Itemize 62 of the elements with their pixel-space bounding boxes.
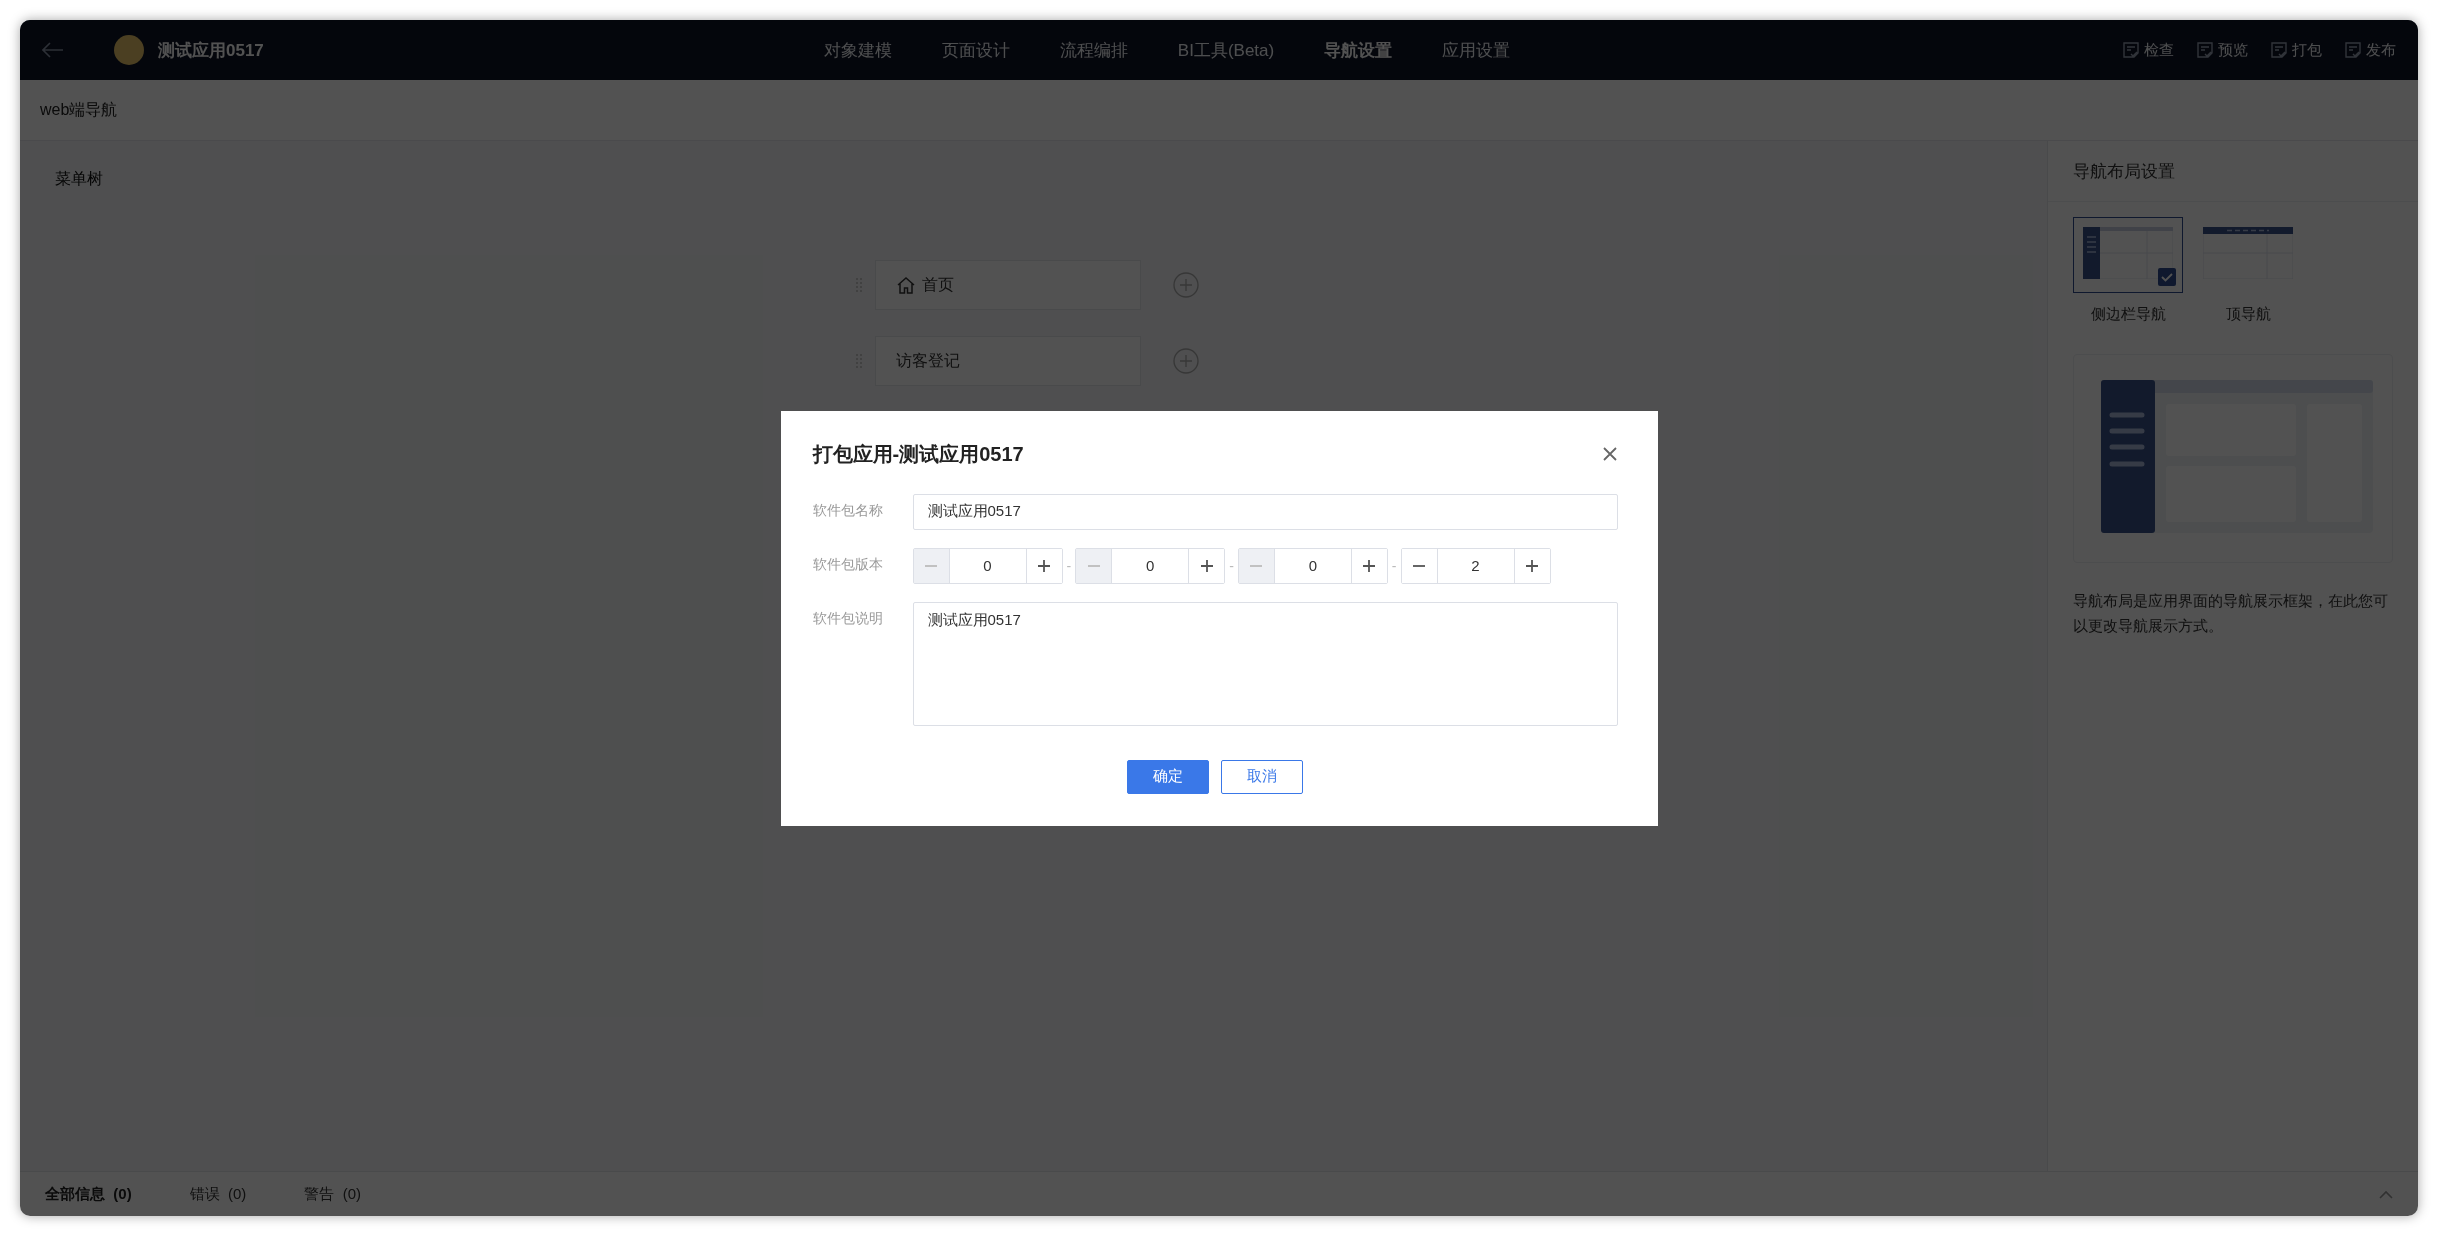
nav-tab[interactable]: 页面设计 [941, 38, 1010, 62]
layout-option[interactable] [2073, 217, 2183, 293]
home-icon [896, 276, 916, 294]
version-number-field[interactable]: 0 [948, 548, 1027, 583]
field-label: 软件包说明 [812, 608, 884, 628]
dialog-title: 打包应用-测试应用0517 [812, 441, 1024, 467]
app-name: 测试应用0517 [158, 39, 264, 62]
log-tab[interactable]: 警告 (0) [304, 1184, 361, 1204]
field-label: 软件包版本 [812, 554, 884, 574]
action-link[interactable]: 打包 [2292, 40, 2322, 60]
add-circle-icon[interactable] [1173, 348, 1199, 374]
version-number-field[interactable]: 0 [1273, 548, 1352, 583]
plus-icon [1200, 559, 1213, 572]
nav-tab[interactable]: 应用设置 [1442, 38, 1511, 62]
log-tab[interactable]: 错误 (0) [189, 1184, 247, 1204]
minus-icon [1250, 564, 1263, 567]
action-link[interactable]: 发布 [2366, 40, 2396, 60]
nav-tab[interactable]: 导航设置 [1324, 38, 1393, 62]
log-tab[interactable]: 全部信息 (0) [45, 1184, 132, 1204]
close-icon[interactable] [1601, 446, 1618, 462]
minus-icon [925, 564, 937, 567]
add-circle-icon[interactable] [1173, 272, 1199, 298]
version-separator: - [1229, 557, 1234, 574]
option-label: 侧边栏导航 [2090, 305, 2166, 324]
version-separator: - [1391, 557, 1397, 574]
package-name-field[interactable]: 测试应用0517 [912, 493, 1618, 530]
plus-icon [1038, 559, 1050, 572]
layout-description: 导航布局是应用界面的导航展示框架，在此您可以更改导航展示方式。 [2073, 591, 2389, 636]
plus-icon [1526, 559, 1538, 572]
action-link[interactable]: 检查 [2144, 40, 2174, 60]
version-number-field[interactable]: 2 [1436, 548, 1515, 583]
confirm-button[interactable]: 确定 [1127, 759, 1209, 794]
note-check-icon[interactable] [2122, 41, 2140, 59]
section-title: 菜单树 [55, 169, 104, 189]
chevron-up-icon[interactable] [2379, 1189, 2393, 1199]
version-stepper[interactable]: 0 [1075, 547, 1226, 584]
minus-icon [1087, 564, 1100, 567]
nav-tab[interactable]: 流程编排 [1059, 38, 1128, 62]
note-check-icon[interactable] [2344, 41, 2362, 59]
nav-tab[interactable]: 对象建模 [823, 38, 892, 62]
page-title: web端导航 [40, 99, 118, 120]
note-check-icon[interactable] [2270, 41, 2288, 59]
checkmark-icon [2158, 268, 2176, 286]
note-check-icon[interactable] [2196, 41, 2214, 59]
version-stepper[interactable]: 2 [1400, 547, 1551, 584]
menu-item[interactable]: 访客登记 [875, 336, 1141, 386]
option-label: 顶导航 [2225, 305, 2271, 324]
panel-title: 导航布局设置 [2048, 141, 2418, 202]
field-label: 软件包名称 [812, 500, 884, 520]
action-link[interactable]: 预览 [2218, 40, 2248, 60]
version-stepper[interactable]: 0 [1237, 547, 1388, 584]
minus-icon [1413, 564, 1425, 567]
version-separator: - [1066, 557, 1072, 574]
back-arrow-icon[interactable] [42, 42, 64, 58]
package-description-field[interactable]: 测试应用0517 [912, 601, 1618, 726]
nav-tab[interactable]: BI工具(Beta) [1177, 38, 1275, 62]
version-number-field[interactable]: 0 [1111, 548, 1190, 583]
app-avatar [114, 35, 144, 65]
menu-item[interactable]: 首页 [875, 260, 1141, 310]
version-stepper[interactable]: 0 [912, 547, 1063, 584]
plus-icon [1363, 559, 1376, 572]
cancel-button[interactable]: 取消 [1221, 759, 1303, 794]
